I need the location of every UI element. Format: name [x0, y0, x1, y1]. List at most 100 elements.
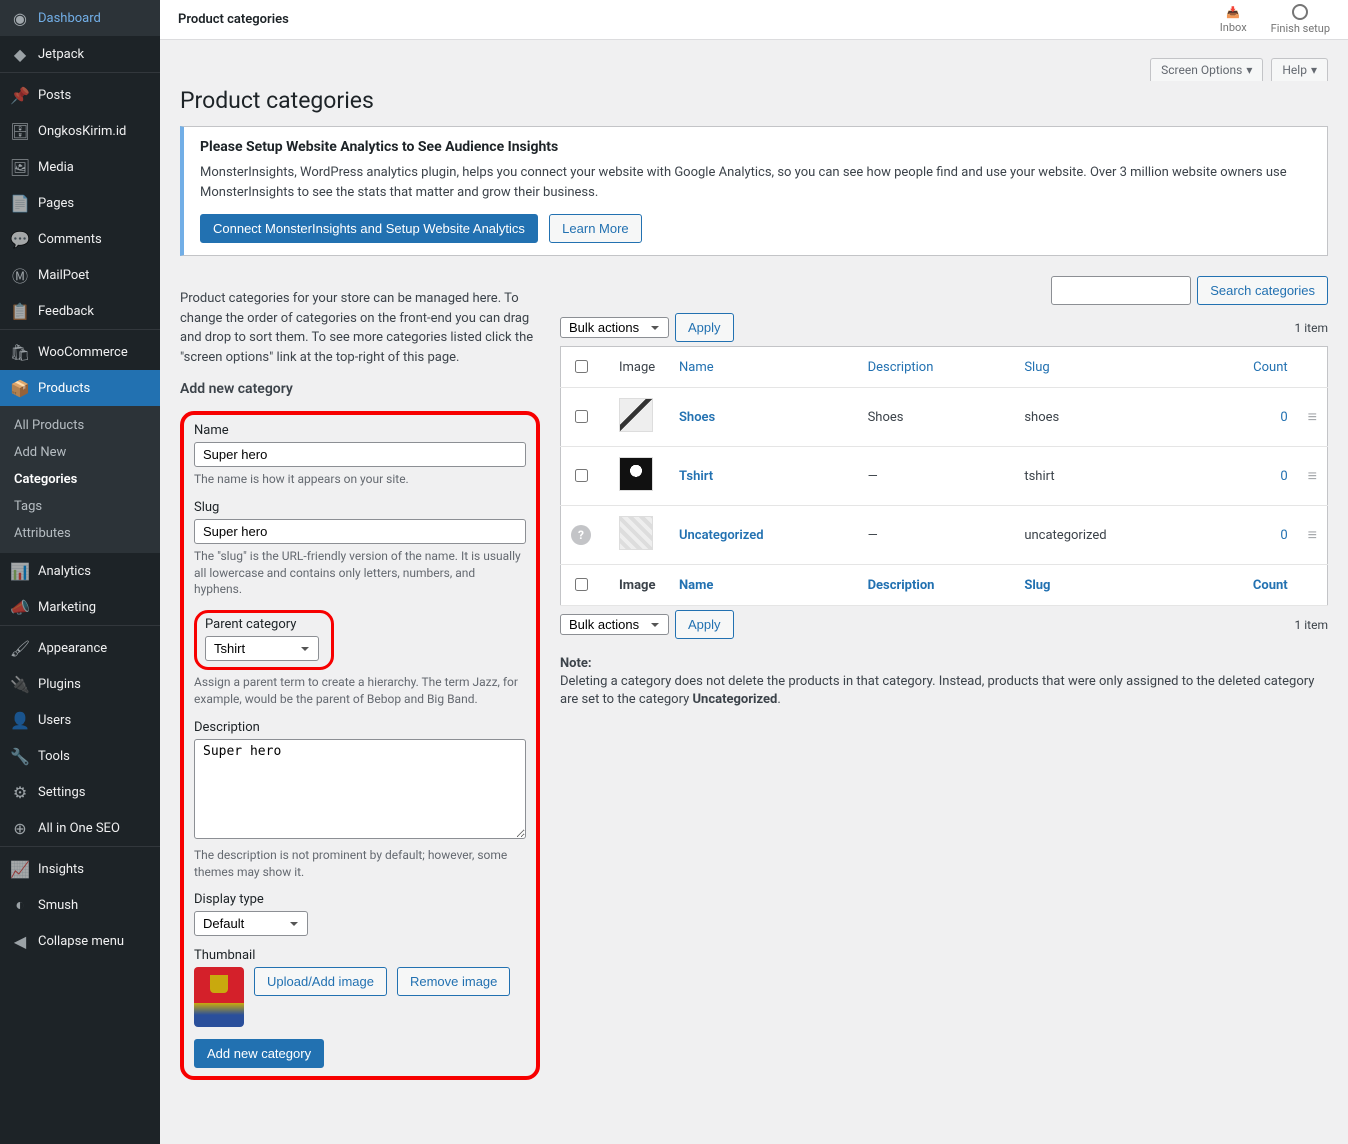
- bulk-actions-bottom[interactable]: Bulk actions: [560, 614, 669, 635]
- remove-image-button[interactable]: Remove image: [397, 967, 510, 996]
- form-heading: Add new category: [180, 381, 540, 397]
- settings-icon: ⚙: [10, 782, 30, 802]
- col-slug[interactable]: Slug: [1024, 360, 1049, 375]
- category-description: —: [858, 447, 1015, 506]
- slug-input[interactable]: [194, 519, 526, 544]
- smush-icon: ◐: [10, 895, 30, 915]
- search-categories-button[interactable]: Search categories: [1197, 276, 1328, 305]
- row-checkbox[interactable]: [575, 410, 588, 423]
- apply-top-button[interactable]: Apply: [675, 313, 734, 342]
- menu-settings[interactable]: ⚙Settings: [0, 774, 160, 810]
- menu-comments[interactable]: 💬Comments: [0, 221, 160, 257]
- menu-label: Plugins: [38, 677, 81, 692]
- media-icon: 🖼: [10, 157, 30, 177]
- products-icon: 📦: [10, 378, 30, 398]
- display-type-label: Display type: [194, 892, 526, 907]
- parent-select[interactable]: Tshirt: [205, 636, 319, 661]
- menu-plugins[interactable]: 🔌Plugins: [0, 666, 160, 702]
- menu-analytics[interactable]: 📊Analytics: [0, 553, 160, 589]
- category-name-link[interactable]: Shoes: [679, 410, 715, 425]
- page-title: Product categories: [180, 87, 1328, 114]
- connect-analytics-button[interactable]: Connect MonsterInsights and Setup Websit…: [200, 214, 538, 243]
- submenu-attributes[interactable]: Attributes: [0, 520, 160, 547]
- learn-more-button[interactable]: Learn More: [549, 214, 641, 243]
- box-icon: 🗄: [10, 121, 30, 141]
- menu-label: WooCommerce: [38, 345, 128, 360]
- help-tab[interactable]: Help ▾: [1271, 58, 1328, 81]
- finish-setup-button[interactable]: Finish setup: [1271, 4, 1330, 35]
- menu-pages[interactable]: 📄Pages: [0, 185, 160, 221]
- menu-posts[interactable]: 📌Posts: [0, 77, 160, 113]
- menu-marketing[interactable]: 📣Marketing: [0, 589, 160, 625]
- menu-products[interactable]: 📦Products: [0, 370, 160, 406]
- menu-mailpoet[interactable]: ⓂMailPoet: [0, 257, 160, 293]
- submenu-tags[interactable]: Tags: [0, 493, 160, 520]
- bulk-actions-top[interactable]: Bulk actions: [560, 317, 669, 338]
- description-textarea[interactable]: Super hero: [194, 739, 526, 839]
- select-all-top[interactable]: [575, 360, 588, 373]
- category-name-link[interactable]: Uncategorized: [679, 528, 764, 543]
- topbar-title: Product categories: [178, 12, 289, 27]
- add-category-button[interactable]: Add new category: [194, 1039, 324, 1068]
- menu-jetpack[interactable]: ◆Jetpack: [0, 36, 160, 72]
- menu-label: Insights: [38, 862, 84, 877]
- apply-bottom-button[interactable]: Apply: [675, 610, 734, 639]
- submenu-add-new[interactable]: Add New: [0, 439, 160, 466]
- upload-image-button[interactable]: Upload/Add image: [254, 967, 387, 996]
- item-count-top: 1 item: [1295, 321, 1328, 335]
- menu-aioseo[interactable]: ⊕All in One SEO: [0, 810, 160, 846]
- woocommerce-icon: 🛍: [10, 342, 30, 362]
- menu-appearance[interactable]: 🖌Appearance: [0, 630, 160, 666]
- topbar: Product categories 📥Inbox Finish setup: [160, 0, 1348, 40]
- admin-sidebar: ◉Dashboard ◆Jetpack 📌Posts 🗄OngkosKirim.…: [0, 0, 160, 1144]
- thumbnail-preview: [194, 967, 244, 1027]
- col-description[interactable]: Description: [868, 360, 934, 375]
- help-icon[interactable]: ?: [571, 525, 591, 545]
- display-type-select[interactable]: Default: [194, 911, 308, 936]
- inbox-button[interactable]: 📥Inbox: [1220, 6, 1247, 34]
- marketing-icon: 📣: [10, 597, 30, 617]
- menu-woocommerce[interactable]: 🛍 WooCommerce: [0, 334, 160, 370]
- notice-text: MonsterInsights, WordPress analytics plu…: [200, 163, 1311, 202]
- menu-feedback[interactable]: 📋Feedback: [0, 293, 160, 329]
- tools-icon: 🔧: [10, 746, 30, 766]
- menu-smush[interactable]: ◐Smush: [0, 887, 160, 923]
- col-count[interactable]: Count: [1253, 360, 1287, 375]
- table-row: ? Uncategorized — uncategorized 0 ≡: [561, 506, 1328, 565]
- screen-options-tab[interactable]: Screen Options ▾: [1150, 58, 1263, 81]
- slug-label: Slug: [194, 500, 526, 515]
- drag-handle-icon[interactable]: ≡: [1308, 407, 1317, 426]
- submenu-categories[interactable]: Categories: [0, 466, 160, 493]
- intro-text: Product categories for your store can be…: [180, 289, 540, 367]
- category-thumb: [619, 398, 653, 432]
- description-desc: The description is not prominent by defa…: [194, 847, 526, 881]
- drag-handle-icon[interactable]: ≡: [1308, 466, 1317, 485]
- category-count[interactable]: 0: [1280, 410, 1287, 425]
- name-input[interactable]: [194, 442, 526, 467]
- col-name-foot[interactable]: Name: [679, 578, 713, 593]
- col-description-foot[interactable]: Description: [868, 578, 935, 593]
- drag-handle-icon[interactable]: ≡: [1308, 525, 1317, 544]
- menu-insights[interactable]: 📈Insights: [0, 851, 160, 887]
- submenu-all-products[interactable]: All Products: [0, 412, 160, 439]
- table-row: Shoes Shoes shoes 0 ≡: [561, 388, 1328, 447]
- menu-dashboard[interactable]: ◉Dashboard: [0, 0, 160, 36]
- category-search-input[interactable]: [1051, 276, 1191, 305]
- menu-media[interactable]: 🖼Media: [0, 149, 160, 185]
- col-count-foot[interactable]: Count: [1253, 578, 1288, 593]
- row-checkbox[interactable]: [575, 469, 588, 482]
- users-icon: 👤: [10, 710, 30, 730]
- menu-tools[interactable]: 🔧Tools: [0, 738, 160, 774]
- table-row: Tshirt — tshirt 0 ≡: [561, 447, 1328, 506]
- category-name-link[interactable]: Tshirt: [679, 469, 713, 484]
- menu-users[interactable]: 👤Users: [0, 702, 160, 738]
- select-all-bottom[interactable]: [575, 578, 588, 591]
- category-count[interactable]: 0: [1280, 469, 1287, 484]
- category-slug: shoes: [1014, 388, 1198, 447]
- col-name[interactable]: Name: [679, 360, 714, 375]
- dashboard-icon: ◉: [10, 8, 30, 28]
- menu-collapse[interactable]: ◀Collapse menu: [0, 923, 160, 959]
- col-slug-foot[interactable]: Slug: [1024, 578, 1050, 593]
- category-count[interactable]: 0: [1280, 528, 1287, 543]
- menu-ongkoskirim[interactable]: 🗄OngkosKirim.id: [0, 113, 160, 149]
